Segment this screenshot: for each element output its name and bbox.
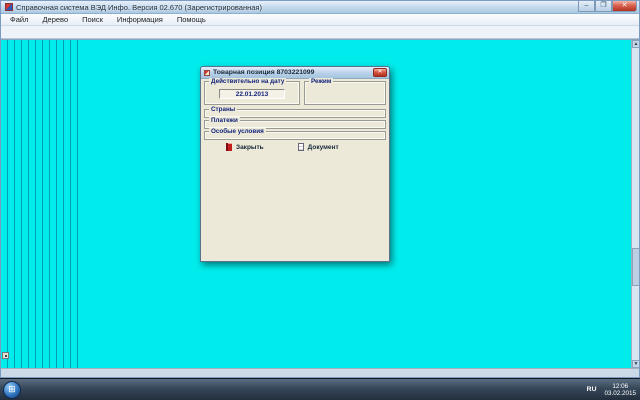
countries-label: Страны [209, 106, 237, 113]
dialog-title: Товарная позиция 8703221099 [213, 69, 373, 76]
screen: Справочная система ВЭД Инфо. Версия 02.6… [0, 0, 640, 400]
clock-time: 12:06 [612, 383, 628, 390]
minimize-button[interactable]: – [578, 1, 595, 12]
system-tray: RU 12:06 03.02.2015 [587, 383, 640, 397]
valid-date-value[interactable]: 22.01.2013 [219, 89, 285, 99]
mode-group: Режим [304, 81, 386, 105]
special-conditions-group: Особые условия [204, 131, 386, 140]
menu-item-дерево[interactable]: Дерево [35, 15, 75, 24]
payments-label: Платежи [209, 117, 240, 124]
scroll-down-arrow-icon[interactable]: ▼ [632, 360, 639, 368]
menu-item-поиск[interactable]: Поиск [75, 15, 110, 24]
window-title: Справочная система ВЭД Инфо. Версия 02.6… [16, 3, 578, 12]
taskbar: ⊞ RU 12:06 03.02.2015 [0, 378, 640, 400]
close-button[interactable]: ✕ [612, 1, 637, 12]
app-icon [5, 3, 13, 11]
menu-item-информация[interactable]: Информация [110, 15, 170, 24]
language-indicator[interactable]: RU [587, 386, 597, 393]
document-button[interactable]: Документ [298, 143, 339, 151]
dialog-icon [204, 70, 210, 76]
menu-item-файл[interactable]: Файл [3, 15, 35, 24]
window-controls: – ❐ ✕ [578, 1, 637, 12]
valid-date-group: Действительно на дату 22.01.2013 [204, 81, 300, 105]
red-book-icon [226, 143, 232, 151]
menu-item-помощь[interactable]: Помощь [170, 15, 213, 24]
document-icon [298, 143, 304, 151]
special-conditions-label: Особые условия [209, 128, 266, 135]
maximize-button[interactable]: ❐ [595, 1, 612, 12]
close-dialog-button[interactable]: Закрыть [226, 143, 264, 151]
scrollbar-thumb[interactable] [632, 248, 639, 286]
dialog-body: Действительно на дату 22.01.2013 Режим С… [201, 79, 389, 261]
toolbar [1, 26, 639, 39]
status-bar [1, 368, 639, 377]
commodity-position-dialog: Товарная позиция 8703221099 ✕ Действител… [200, 66, 390, 262]
start-button[interactable]: ⊞ [3, 381, 21, 399]
tree-scrollbar[interactable]: ▲ ▼ [631, 40, 639, 368]
dialog-close-button[interactable]: ✕ [373, 68, 387, 77]
close-button-label: Закрыть [236, 144, 264, 151]
mode-label: Режим [309, 78, 333, 85]
menu-bar: ФайлДеревоПоискИнформацияПомощь [1, 14, 639, 26]
document-button-label: Документ [308, 144, 339, 151]
clock-date: 03.02.2015 [604, 390, 636, 397]
tree-guide-lines [7, 40, 78, 368]
valid-date-label: Действительно на дату [209, 78, 286, 85]
scroll-up-arrow-icon[interactable]: ▲ [632, 40, 639, 48]
title-bar[interactable]: Справочная система ВЭД Инфо. Версия 02.6… [1, 1, 639, 14]
taskbar-clock[interactable]: 12:06 03.02.2015 [604, 383, 636, 397]
dialog-buttons: Закрыть Документ [204, 143, 386, 151]
current-position-marker [2, 352, 9, 359]
